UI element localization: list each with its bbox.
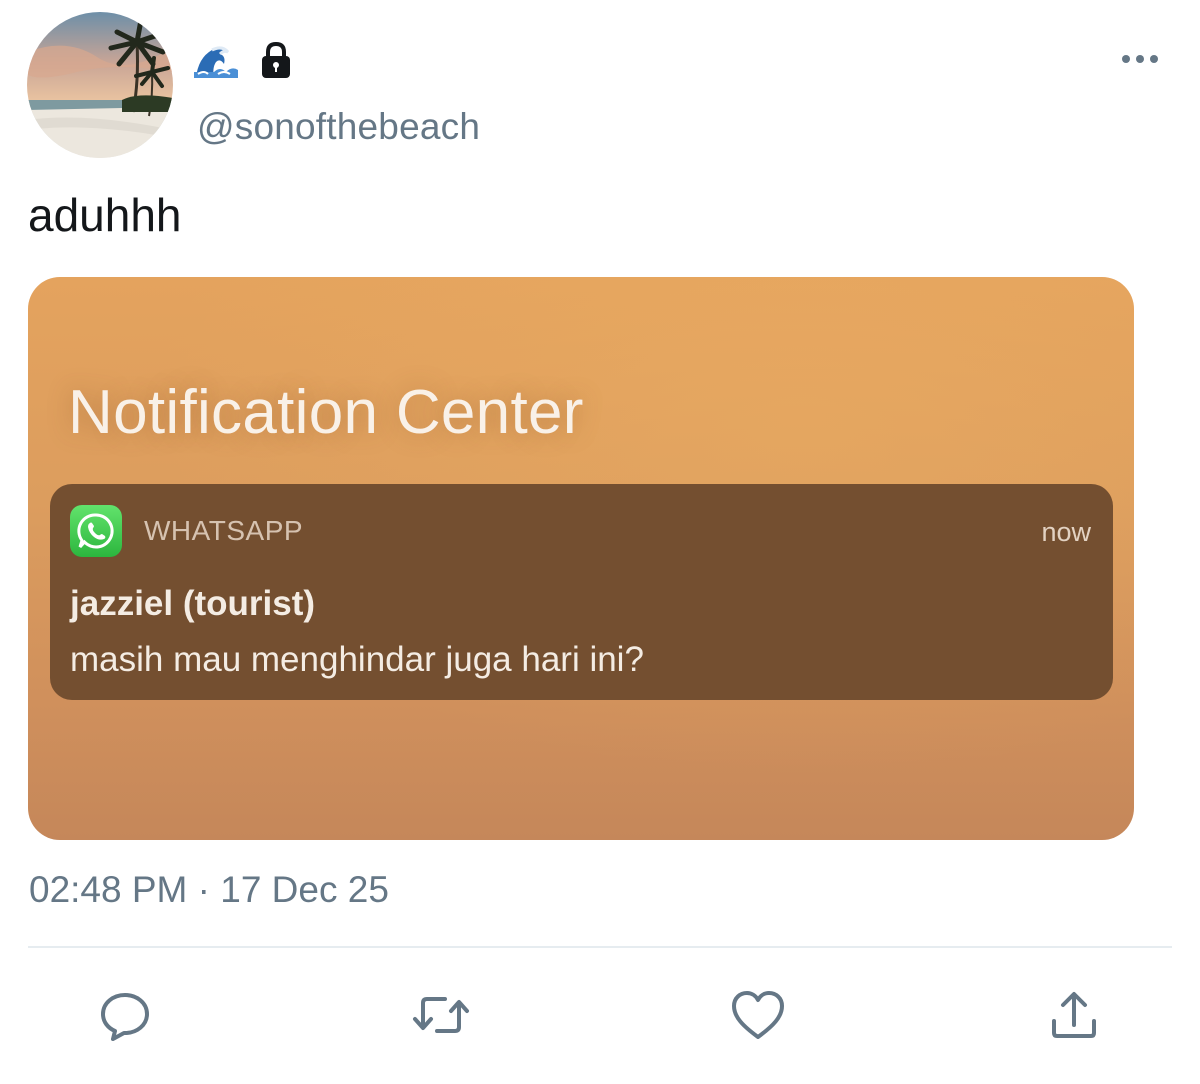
more-options-button[interactable] <box>1118 48 1162 70</box>
tweet-media-image[interactable]: Notification Center WHATSAPP now jazziel… <box>28 277 1134 840</box>
more-dot-icon <box>1136 55 1144 63</box>
tweet-text: aduhhh <box>28 189 182 241</box>
share-icon <box>1052 992 1096 1038</box>
avatar[interactable] <box>27 12 173 158</box>
like-button[interactable] <box>728 985 788 1045</box>
retweet-icon <box>413 997 469 1033</box>
tweet-timestamp[interactable]: 02:48 PM · 17 Dec 25 <box>29 869 389 911</box>
reply-button[interactable] <box>95 985 155 1045</box>
notification-center-title: Notification Center <box>68 378 584 447</box>
share-button[interactable] <box>1044 985 1104 1045</box>
display-name <box>194 38 296 82</box>
lock-icon <box>256 40 296 80</box>
notification-time: now <box>1041 517 1091 547</box>
divider <box>28 946 1172 948</box>
notification-sender: jazziel (tourist) <box>70 584 316 623</box>
retweet-button[interactable] <box>411 985 471 1045</box>
reply-icon <box>101 993 149 1041</box>
user-handle[interactable]: @sonofthebeach <box>197 106 480 148</box>
notification-app-name: WHATSAPP <box>144 515 304 546</box>
whatsapp-icon <box>70 505 122 557</box>
like-icon <box>732 991 784 1039</box>
notification-message: masih mau menghindar juga hari ini? <box>70 640 644 679</box>
whatsapp-notification: WHATSAPP now jazziel (tourist) masih mau… <box>50 484 1113 700</box>
more-dot-icon <box>1150 55 1158 63</box>
more-dot-icon <box>1122 55 1130 63</box>
wave-emoji-icon <box>194 40 238 80</box>
